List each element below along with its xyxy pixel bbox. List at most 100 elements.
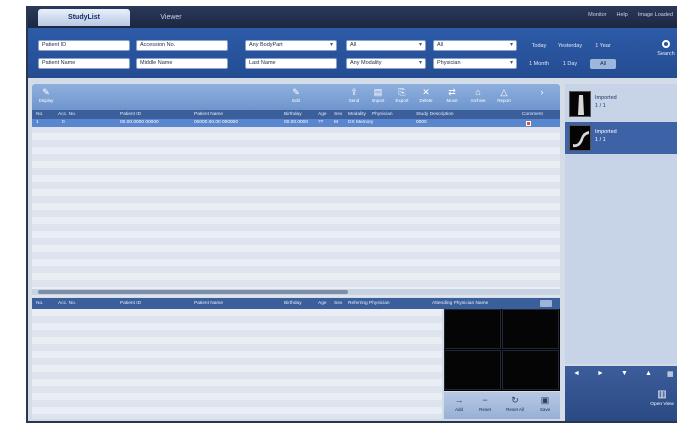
col-referring-physician[interactable]: Referring Physician <box>348 298 390 309</box>
save-icon: ▣ <box>540 395 550 405</box>
search-icon <box>662 40 670 48</box>
date-1year-button[interactable]: 1 Year <box>590 41 616 51</box>
help-link[interactable]: Help <box>617 12 628 18</box>
open-view-button[interactable]: ▥ Open View <box>647 388 677 418</box>
col-patient-name[interactable]: Patient Name <box>194 298 223 309</box>
preview-cell[interactable] <box>444 350 501 390</box>
preview-cell[interactable] <box>502 309 559 349</box>
col-age[interactable]: Age <box>318 298 327 309</box>
series-table-header: No. Acc. No. Patient ID Patient Name Bir… <box>32 298 560 309</box>
report-tool[interactable]: △ Report <box>494 87 514 108</box>
modality-select[interactable]: Any Modality <box>346 58 426 69</box>
next-icon[interactable]: ► <box>597 370 604 377</box>
move-icon: ⇄ <box>448 87 456 97</box>
filter-select-1[interactable]: All <box>346 40 426 51</box>
archive-icon: ⌂ <box>475 87 481 97</box>
book-icon: ▥ <box>657 389 667 400</box>
save-button[interactable]: ▣ Save <box>534 394 556 417</box>
col-birthday[interactable]: Birthday <box>284 298 302 309</box>
up-icon[interactable]: ▲ <box>645 370 652 377</box>
middle-name-input[interactable]: Middle Name <box>136 58 228 69</box>
preview-cell[interactable] <box>444 309 501 349</box>
tab-viewer[interactable]: Viewer <box>136 9 206 26</box>
arrow-right-icon: → <box>454 395 464 405</box>
delete-icon: ✕ <box>422 87 430 97</box>
date-all-button[interactable]: All <box>590 59 616 69</box>
study-toolbar: ✎ Display ✎ Edit ⇪ Send ▤ Import ⎘ Export ✕ De… <box>32 84 560 110</box>
delete-tool[interactable]: ✕ Delete <box>416 87 436 108</box>
display-tool[interactable]: ✎ Display <box>36 87 56 108</box>
table-row[interactable]: 1 0 00.00.0000 00000 00000.00.00 000000 … <box>32 119 560 127</box>
thumbnail-panel: Imported 1 / 1 Imported 1 / 1 <box>565 84 677 364</box>
cell-no: 1 <box>36 120 39 125</box>
import-tool[interactable]: ▤ Import <box>368 87 388 108</box>
export-icon: ⎘ <box>398 87 406 97</box>
col-acc-no[interactable]: Acc. No. <box>58 110 76 119</box>
report-icon: △ <box>500 87 508 97</box>
date-1month-button[interactable]: 1 Month <box>527 59 551 69</box>
down-icon[interactable]: ▼ <box>621 370 628 377</box>
col-birthday[interactable]: Birthday <box>284 110 302 119</box>
col-no[interactable]: No. <box>36 298 43 309</box>
cell-study-description: 0000 <box>416 120 427 125</box>
grid-layout-icon[interactable] <box>540 300 552 307</box>
image-preview-grid[interactable] <box>444 309 560 391</box>
layout-icon[interactable]: ▦ <box>667 370 674 378</box>
accession-no-input[interactable]: Accession No. <box>136 40 228 51</box>
image-loaded-link[interactable]: Image Loaded <box>638 12 673 18</box>
series-table-body <box>32 309 442 419</box>
edit-tool[interactable]: ✎ Edit <box>286 87 306 108</box>
thumbnail-item[interactable]: Imported 1 / 1 <box>565 88 677 120</box>
xray-thumbnail <box>569 125 591 151</box>
app-window: StudyList Viewer Monitor Help Image Load… <box>26 6 677 423</box>
monitor-link[interactable]: Monitor <box>588 12 606 18</box>
tab-studylist[interactable]: StudyList <box>38 9 130 26</box>
col-comment[interactable]: Comment <box>522 110 543 119</box>
send-tool[interactable]: ⇪ Send <box>344 87 364 108</box>
cell-patient-id: 00.00.0000 00000 <box>120 120 159 125</box>
date-yesterday-button[interactable]: Yesterday <box>555 41 585 51</box>
patient-name-input[interactable]: Patient Name <box>38 58 130 69</box>
col-age[interactable]: Age <box>318 110 327 119</box>
cell-patient-name: 00000.00.00 000000 <box>194 120 239 125</box>
date-today-button[interactable]: Today <box>527 41 551 51</box>
archive-tool[interactable]: ⌂ Archive <box>468 87 488 108</box>
thumbnail-item-selected[interactable]: Imported 1 / 1 <box>565 122 677 154</box>
thumbnail-count: 1 / 1 <box>595 103 606 109</box>
reset-button[interactable]: − Reset <box>474 394 496 417</box>
col-study-description[interactable]: Study Description <box>416 110 454 119</box>
date-1day-button[interactable]: 1 Day <box>555 59 585 69</box>
top-links: Monitor Help Image Loaded <box>588 12 673 18</box>
import-icon: ▤ <box>373 87 383 97</box>
col-acc-no[interactable]: Acc. No. <box>58 298 76 309</box>
cell-acc-no: 0 <box>62 120 65 125</box>
col-sex[interactable]: Sex <box>334 110 342 119</box>
preview-toolbar: → Add − Reset ↻ Reset All ▣ Save <box>444 392 560 419</box>
reset-all-button[interactable]: ↻ Reset All <box>504 394 526 417</box>
preview-cell[interactable] <box>502 350 559 390</box>
body-part-select[interactable]: Any BodyPart <box>245 40 337 51</box>
col-patient-id[interactable]: Patient ID <box>120 110 141 119</box>
edit-icon: ✎ <box>292 87 300 97</box>
search-button[interactable]: Search <box>655 34 677 70</box>
scrollbar-thumb[interactable] <box>38 290 348 294</box>
more-tool[interactable]: › <box>532 87 552 108</box>
move-tool[interactable]: ⇄ Move <box>442 87 462 108</box>
col-modality[interactable]: Modality <box>348 110 366 119</box>
prev-icon[interactable]: ◄ <box>573 370 580 377</box>
col-patient-id[interactable]: Patient ID <box>120 298 141 309</box>
physician-select[interactable]: Physician <box>433 58 517 69</box>
col-sex[interactable]: Sex <box>334 298 342 309</box>
col-patient-name[interactable]: Patient Name <box>194 110 223 119</box>
col-physician[interactable]: Physician <box>372 110 393 119</box>
patient-id-input[interactable]: Patient ID <box>38 40 130 51</box>
cell-modality: DX Memory <box>348 120 374 125</box>
last-name-input[interactable]: Last Name <box>245 58 337 69</box>
col-attending-physician[interactable]: Attending Physician Name <box>432 298 488 309</box>
filter-select-2[interactable]: All <box>433 40 517 51</box>
minus-icon: − <box>482 395 488 405</box>
horizontal-scrollbar[interactable] <box>32 289 560 295</box>
export-tool[interactable]: ⎘ Export <box>392 87 412 108</box>
col-no[interactable]: No. <box>36 110 43 119</box>
add-button[interactable]: → Add <box>448 394 470 417</box>
